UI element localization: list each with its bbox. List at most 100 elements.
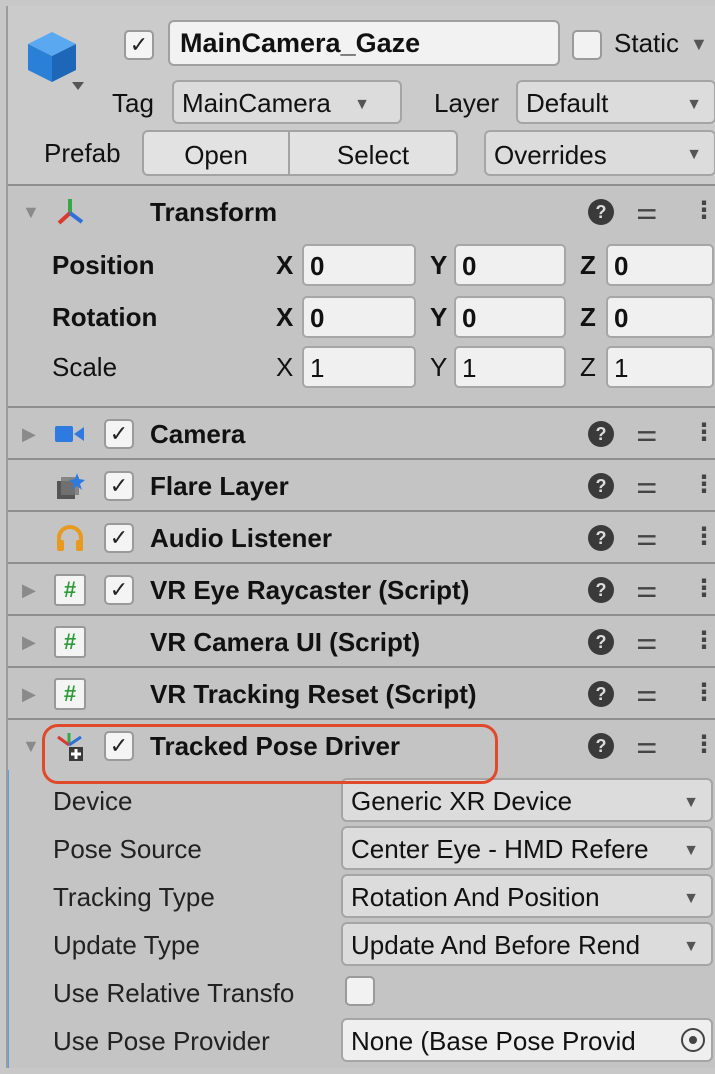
layer-dropdown[interactable]: Default ▼: [516, 80, 715, 124]
static-dropdown-arrow-icon[interactable]: ▼: [690, 34, 708, 55]
rotation-z-field[interactable]: 0: [606, 296, 714, 338]
foldout-expanded-icon[interactable]: ▼: [22, 736, 40, 757]
chevron-down-icon: ▼: [681, 842, 699, 860]
position-x-field[interactable]: 0: [302, 244, 416, 286]
kebab-menu-icon[interactable]: ⋮: [692, 196, 715, 225]
pose-source-dropdown[interactable]: Center Eye - HMD Refere ▼: [341, 826, 713, 870]
kebab-menu-icon[interactable]: ⋮: [692, 678, 715, 707]
z-axis-label[interactable]: Z: [580, 250, 596, 281]
static-checkbox[interactable]: [572, 30, 602, 60]
flare-layer-enabled-checkbox[interactable]: ✓: [104, 471, 134, 501]
chevron-down-icon: ▼: [681, 794, 699, 812]
tag-label: Tag: [112, 88, 154, 118]
device-dropdown[interactable]: Generic XR Device ▼: [341, 778, 713, 822]
kebab-menu-icon[interactable]: ⋮: [692, 470, 715, 499]
component-title: VR Tracking Reset (Script): [150, 679, 477, 709]
rotation-y-field[interactable]: 0: [454, 296, 566, 338]
help-icon[interactable]: ?: [588, 629, 614, 655]
scale-y-field[interactable]: 1: [454, 346, 566, 388]
component-header-vr-tracking-reset[interactable]: ▶ # VR Tracking Reset (Script) ? ⚌ ⋮: [8, 666, 715, 718]
prefab-open-button[interactable]: Open: [142, 130, 290, 176]
script-icon: #: [54, 574, 86, 606]
component-header-vr-eye-raycaster[interactable]: ▶ # ✓ VR Eye Raycaster (Script) ? ⚌ ⋮: [8, 562, 715, 614]
component-header-transform[interactable]: ▼ Transform ? ⚌ ⋮: [8, 184, 715, 236]
help-icon[interactable]: ?: [588, 421, 614, 447]
chevron-down-icon: ▼: [686, 146, 702, 163]
y-axis-label[interactable]: Y: [430, 250, 447, 281]
help-icon[interactable]: ?: [588, 525, 614, 551]
tracked-pose-icon: [54, 730, 86, 762]
rotation-x-field[interactable]: 0: [302, 296, 416, 338]
pose-provider-object-field[interactable]: None (Base Pose Provid: [341, 1018, 713, 1062]
gameobject-cube-icon: [28, 32, 84, 90]
prefab-select-button[interactable]: Select: [288, 130, 458, 176]
foldout-collapsed-icon[interactable]: ▶: [22, 580, 36, 601]
object-picker-icon[interactable]: [681, 1028, 705, 1052]
y-axis-label[interactable]: Y: [430, 302, 447, 333]
tracking-type-dropdown[interactable]: Rotation And Position ▼: [341, 874, 713, 918]
preset-sliders-icon[interactable]: ⚌: [636, 679, 658, 708]
tag-dropdown[interactable]: MainCamera ▼: [172, 80, 402, 124]
component-header-flare-layer[interactable]: ✓ Flare Layer ? ⚌ ⋮: [8, 458, 715, 510]
component-header-tracked-pose-driver[interactable]: ▼ ✓ Tracked Pose Driver ? ⚌ ⋮: [8, 718, 715, 770]
help-icon[interactable]: ?: [588, 733, 614, 759]
script-icon: #: [54, 626, 86, 658]
preset-sliders-icon[interactable]: ⚌: [636, 575, 658, 604]
help-icon[interactable]: ?: [588, 577, 614, 603]
device-value: Generic XR Device: [351, 786, 573, 816]
x-axis-label[interactable]: X: [276, 352, 293, 383]
use-pose-provider-label: Use Pose Provider: [53, 1026, 270, 1056]
vr-eye-raycaster-enabled-checkbox[interactable]: ✓: [104, 575, 134, 605]
position-y-field[interactable]: 0: [454, 244, 566, 286]
kebab-menu-icon[interactable]: ⋮: [692, 522, 715, 551]
scale-label: Scale: [52, 352, 118, 382]
prefab-label: Prefab: [44, 138, 121, 168]
component-header-vr-camera-ui[interactable]: ▶ # VR Camera UI (Script) ? ⚌ ⋮: [8, 614, 715, 666]
position-z-field[interactable]: 0: [606, 244, 714, 286]
scale-z-field[interactable]: 1: [606, 346, 714, 388]
audio-listener-enabled-checkbox[interactable]: ✓: [104, 523, 134, 553]
kebab-menu-icon[interactable]: ⋮: [692, 418, 715, 447]
prefab-overrides-dropdown[interactable]: Overrides ▼: [484, 130, 715, 176]
pose-source-row: Pose Source Center Eye - HMD Refere ▼: [9, 824, 715, 872]
preset-sliders-icon[interactable]: ⚌: [636, 523, 658, 552]
preset-sliders-icon[interactable]: ⚌: [636, 627, 658, 656]
foldout-collapsed-icon[interactable]: ▶: [22, 424, 36, 445]
chevron-down-icon: ▼: [681, 890, 699, 908]
active-checkbox[interactable]: ✓: [124, 30, 154, 60]
update-type-dropdown[interactable]: Update And Before Rend ▼: [341, 922, 713, 966]
use-relative-transform-checkbox[interactable]: [345, 976, 375, 1006]
use-relative-transform-label: Use Relative Transfo: [53, 978, 295, 1008]
help-icon[interactable]: ?: [588, 473, 614, 499]
foldout-expanded-icon[interactable]: ▼: [22, 202, 40, 223]
object-name-field[interactable]: MainCamera_Gaze: [168, 20, 560, 66]
help-icon[interactable]: ?: [588, 199, 614, 225]
camera-enabled-checkbox[interactable]: ✓: [104, 419, 134, 449]
flare-layer-icon: [54, 470, 86, 502]
preset-sliders-icon[interactable]: ⚌: [636, 419, 658, 448]
kebab-menu-icon[interactable]: ⋮: [692, 626, 715, 655]
inspector-panel: ✓ MainCamera_Gaze Static ▼ Tag MainCamer…: [6, 6, 715, 1068]
component-title: Camera: [150, 419, 246, 449]
chevron-down-icon: ▼: [354, 96, 370, 113]
tracked-pose-driver-enabled-checkbox[interactable]: ✓: [104, 731, 134, 761]
component-header-camera[interactable]: ▶ ✓ Camera ? ⚌ ⋮: [8, 406, 715, 458]
x-axis-label[interactable]: X: [276, 302, 293, 333]
z-axis-label[interactable]: Z: [580, 302, 596, 333]
kebab-menu-icon[interactable]: ⋮: [692, 730, 715, 759]
scale-x-field[interactable]: 1: [302, 346, 416, 388]
y-axis-label[interactable]: Y: [430, 352, 447, 383]
preset-sliders-icon[interactable]: ⚌: [636, 471, 658, 500]
preset-sliders-icon[interactable]: ⚌: [636, 197, 658, 226]
foldout-collapsed-icon[interactable]: ▶: [22, 684, 36, 705]
component-header-audio-listener[interactable]: ✓ Audio Listener ? ⚌ ⋮: [8, 510, 715, 562]
kebab-menu-icon[interactable]: ⋮: [692, 574, 715, 603]
x-axis-label[interactable]: X: [276, 250, 293, 281]
layer-value: Default: [526, 88, 609, 118]
script-icon: #: [54, 678, 86, 710]
z-axis-label[interactable]: Z: [580, 352, 596, 383]
foldout-collapsed-icon[interactable]: ▶: [22, 632, 36, 653]
component-title: Audio Listener: [150, 523, 333, 553]
preset-sliders-icon[interactable]: ⚌: [636, 731, 658, 760]
help-icon[interactable]: ?: [588, 681, 614, 707]
